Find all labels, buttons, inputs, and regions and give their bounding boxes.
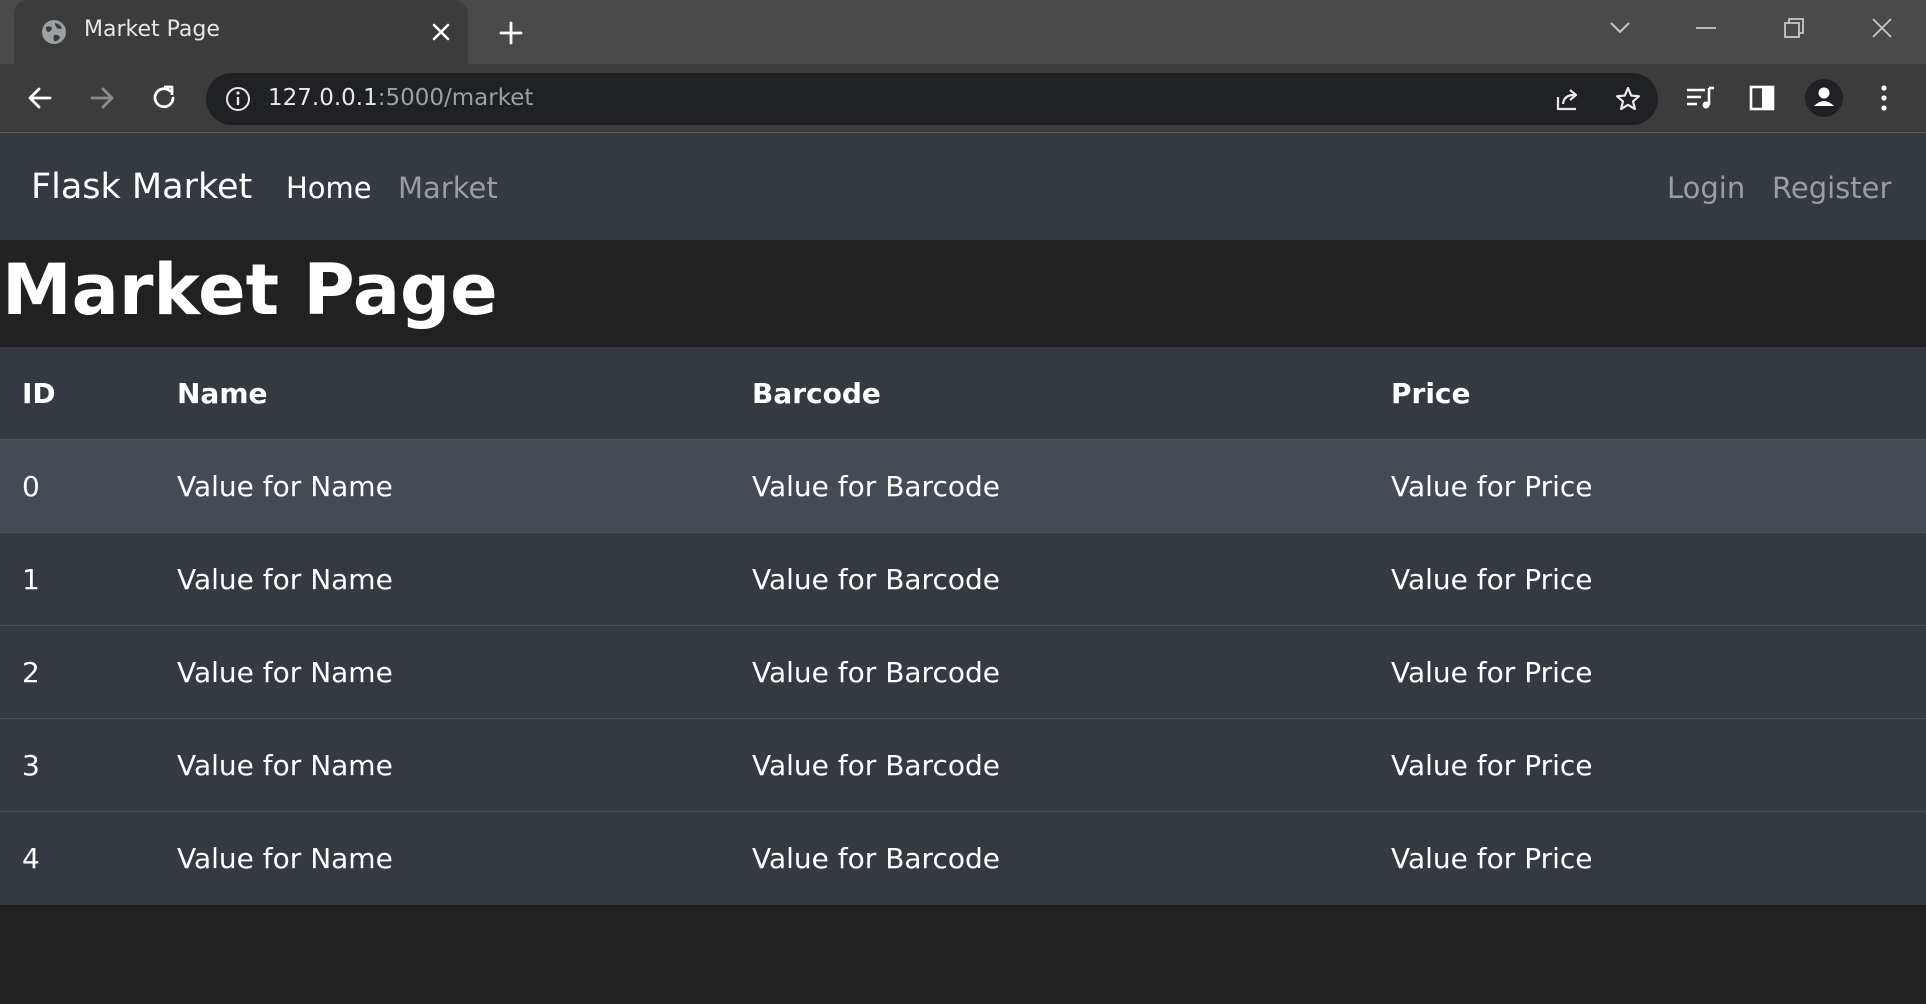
restore-icon[interactable] [1770,8,1818,48]
cell-name: Value for Name [177,841,393,875]
nav-link-register[interactable]: Register [1772,171,1891,205]
media-queue-icon[interactable] [1680,78,1720,118]
navbar-brand[interactable]: Flask Market [31,167,252,207]
cell-price: Value for Price [1391,655,1593,689]
table-row[interactable]: 4 Value for Name Value for Barcode Value… [0,811,1926,905]
cell-name: Value for Name [177,469,393,503]
table-row[interactable]: 3 Value for Name Value for Barcode Value… [0,718,1926,812]
nav-link-login[interactable]: Login [1667,171,1745,205]
cell-name: Value for Name [177,655,393,689]
window-close-icon[interactable] [1858,8,1906,48]
cell-barcode: Value for Barcode [752,562,1000,596]
cell-id: 0 [22,469,40,503]
table-row[interactable]: 1 Value for Name Value for Barcode Value… [0,532,1926,626]
tab-search-chevron-icon[interactable] [1596,8,1644,48]
cell-id: 4 [22,841,40,875]
column-header-name: Name [177,376,268,410]
market-table: ID Name Barcode Price 0 Value for Name V… [0,347,1926,905]
cell-name: Value for Name [177,562,393,596]
info-icon[interactable] [224,85,252,113]
page-title: Market Page [2,249,498,331]
new-tab-icon[interactable] [492,14,530,52]
cell-id: 2 [22,655,40,689]
cell-id: 3 [22,748,40,782]
browser-tab-strip: Market Page [0,0,1926,64]
browser-toolbar: 127.0.0.1:5000/market [0,64,1926,133]
browser-tab[interactable]: Market Page [14,0,468,64]
reload-icon[interactable] [144,78,184,118]
cell-price: Value for Price [1391,748,1593,782]
share-icon[interactable] [1550,81,1586,117]
cell-id: 1 [22,562,40,596]
profile-avatar-icon[interactable] [1804,78,1844,118]
nav-link-home[interactable]: Home [286,171,372,205]
cell-barcode: Value for Barcode [752,748,1000,782]
tab-title: Market Page [84,17,220,42]
column-header-price: Price [1391,376,1471,410]
close-icon[interactable] [426,17,456,47]
column-header-id: ID [22,376,56,410]
back-arrow-icon[interactable] [20,78,60,118]
forward-arrow-icon[interactable] [82,78,122,118]
minimize-icon[interactable] [1682,8,1730,48]
cell-barcode: Value for Barcode [752,655,1000,689]
url-text[interactable]: 127.0.0.1:5000/market [268,85,533,111]
table-row[interactable]: 0 Value for Name Value for Barcode Value… [0,439,1926,533]
url-path: :5000/market [377,85,534,111]
cell-price: Value for Price [1391,841,1593,875]
url-host: 127.0.0.1 [268,85,378,111]
side-panel-icon[interactable] [1742,78,1782,118]
table-header-row: ID Name Barcode Price [0,347,1926,440]
table-row[interactable]: 2 Value for Name Value for Barcode Value… [0,625,1926,719]
more-menu-icon[interactable] [1864,78,1904,118]
nav-link-market[interactable]: Market [398,171,498,205]
cell-price: Value for Price [1391,562,1593,596]
cell-price: Value for Price [1391,469,1593,503]
bookmark-star-icon[interactable] [1610,81,1646,117]
cell-barcode: Value for Barcode [752,469,1000,503]
globe-icon [40,18,68,46]
cell-name: Value for Name [177,748,393,782]
column-header-barcode: Barcode [752,376,881,410]
site-navbar: Flask Market Home Market Login Register [0,133,1926,240]
cell-barcode: Value for Barcode [752,841,1000,875]
address-bar[interactable]: 127.0.0.1:5000/market [206,73,1658,125]
